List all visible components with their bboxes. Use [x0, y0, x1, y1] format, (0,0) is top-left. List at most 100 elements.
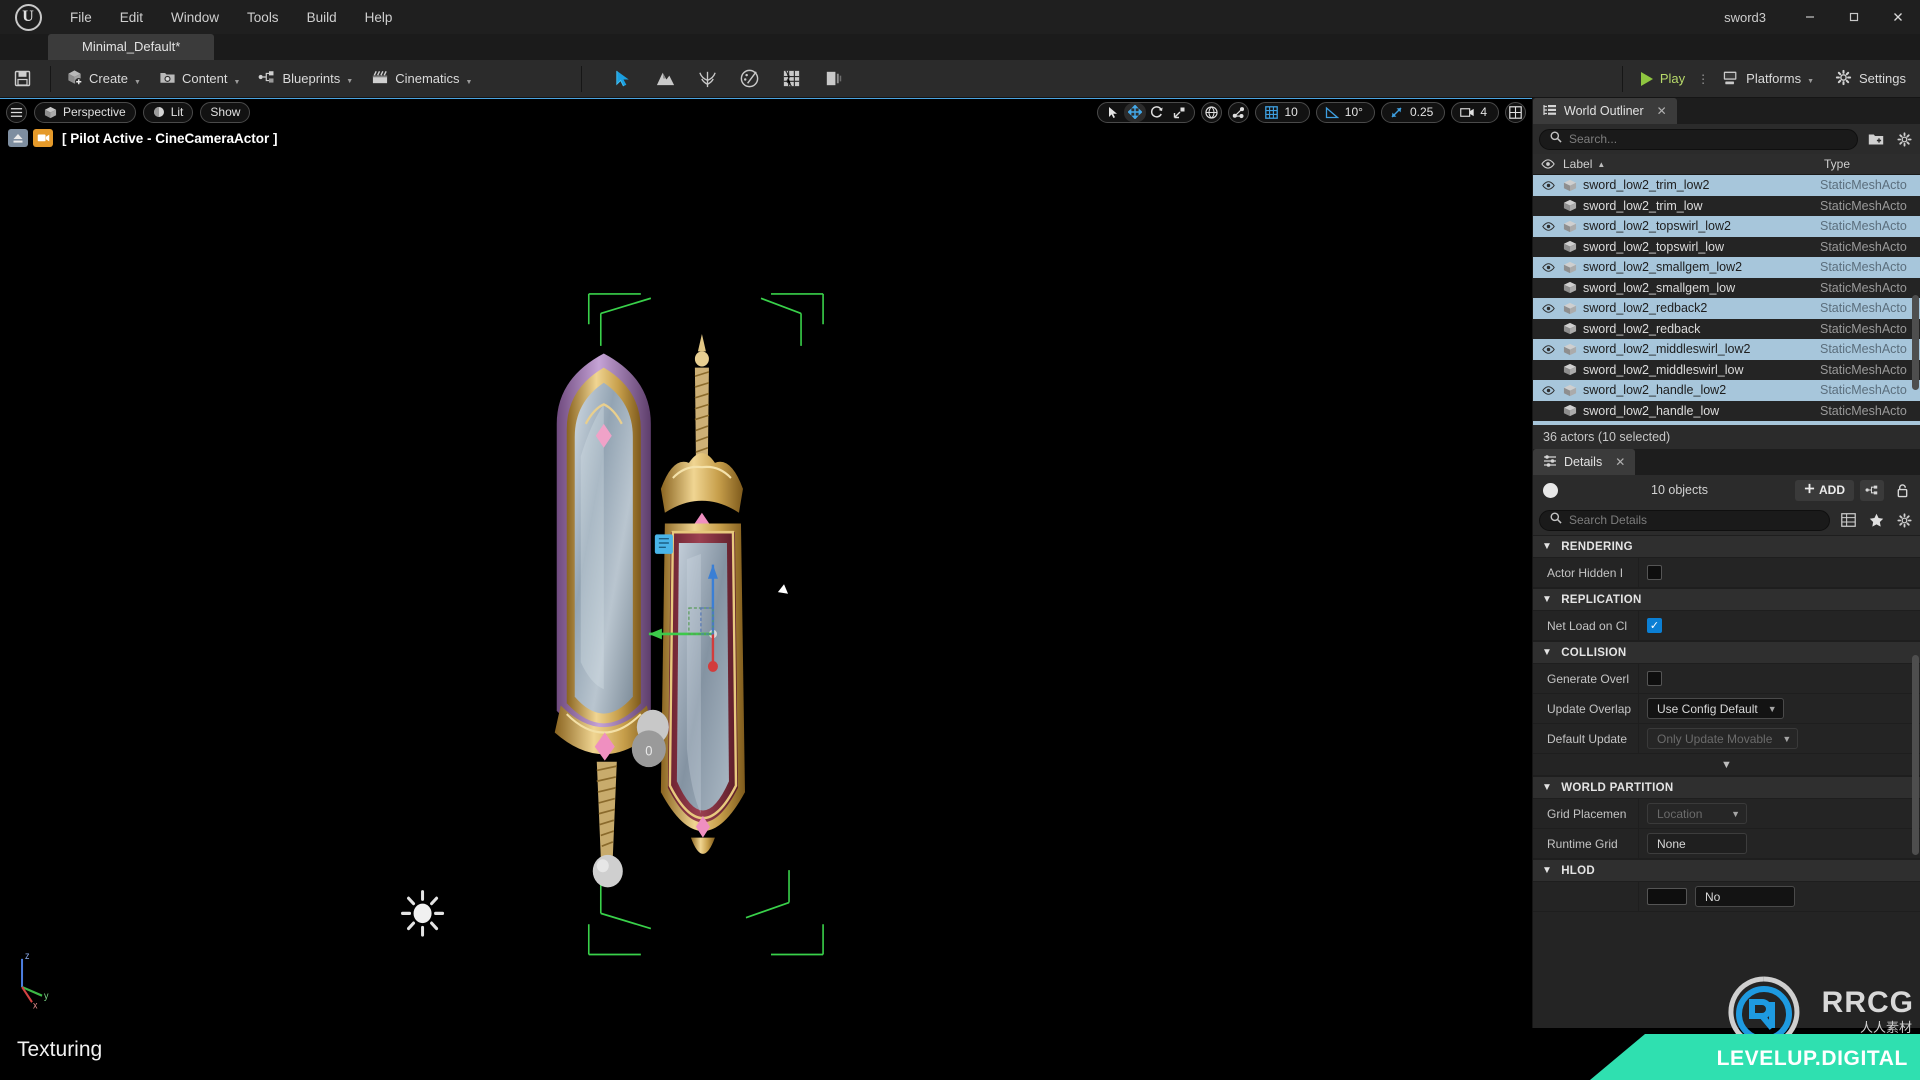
visibility-toggle[interactable] — [1533, 303, 1563, 313]
menu-item-window[interactable]: Window — [157, 6, 233, 29]
details-property-list[interactable]: ▼ RENDERING Actor Hidden I ▼ REPLICATION Net … — [1533, 535, 1920, 1052]
rotate-tool-icon[interactable] — [1146, 103, 1168, 122]
outliner-type-column[interactable]: Type — [1824, 157, 1920, 171]
cinematics-button[interactable]: Cinematics ▼ — [362, 65, 481, 93]
viewport-lit-button[interactable]: Lit — [142, 101, 194, 123]
level-tab[interactable]: Minimal_Default* — [48, 34, 215, 60]
visibility-toggle[interactable] — [1533, 262, 1563, 272]
new-folder-icon[interactable] — [1866, 129, 1886, 149]
angle-snap-control[interactable]: 10° — [1315, 101, 1375, 123]
world-coordinate-button[interactable] — [1201, 101, 1223, 123]
move-tool-icon[interactable] — [1124, 102, 1147, 122]
unreal-logo-icon[interactable]: U — [0, 0, 56, 34]
menu-item-help[interactable]: Help — [351, 6, 407, 29]
details-category-header[interactable]: ▼ REPLICATION — [1533, 588, 1920, 611]
table-row[interactable]: sword_low2_handle_low2 StaticMeshActo — [1533, 380, 1920, 401]
viewport-menu-button[interactable] — [6, 101, 27, 123]
checkbox-unchecked[interactable] — [1647, 671, 1662, 686]
minimize-button[interactable] — [1788, 0, 1832, 34]
table-row[interactable]: sword_low2_redback StaticMeshActo — [1533, 319, 1920, 340]
table-row[interactable]: sword_low2_topswirl_low2 StaticMeshActo — [1533, 216, 1920, 237]
select-mode-icon[interactable] — [610, 66, 636, 92]
scale-snap-icon[interactable] — [1386, 103, 1408, 122]
close-icon[interactable]: ✕ — [1657, 104, 1667, 118]
content-button[interactable]: Content ▼ — [150, 65, 249, 93]
details-category-header[interactable]: ▼ HLOD — [1533, 859, 1920, 882]
visibility-toggle[interactable] — [1533, 180, 1563, 190]
close-icon[interactable]: ✕ — [1615, 455, 1625, 469]
chevron-down-icon[interactable]: ▼ — [466, 79, 473, 86]
details-category-header[interactable]: ▼ RENDERING — [1533, 535, 1920, 558]
select-tool-icon[interactable] — [1102, 103, 1124, 122]
table-row[interactable]: sword_low2_smallgem_low StaticMeshActo — [1533, 278, 1920, 299]
fracture-mode-icon[interactable] — [778, 66, 804, 92]
chevron-down-icon[interactable]: ▼ — [1807, 78, 1814, 85]
details-settings-gear-icon[interactable] — [1894, 510, 1914, 530]
menu-item-tools[interactable]: Tools — [233, 6, 293, 29]
menu-item-edit[interactable]: Edit — [106, 6, 157, 29]
checkbox-unchecked[interactable] — [1647, 565, 1662, 580]
columns-icon[interactable] — [1838, 510, 1858, 530]
hlod-field[interactable] — [1647, 888, 1687, 905]
table-row[interactable]: sword_low2_middleswirl_low StaticMeshActo — [1533, 360, 1920, 381]
outliner-settings-gear-icon[interactable] — [1894, 129, 1914, 149]
play-button[interactable]: Play — [1633, 67, 1693, 90]
table-row[interactable]: sword_low2_smallgem_low2 StaticMeshActo — [1533, 257, 1920, 278]
camera-icon[interactable] — [1456, 103, 1478, 122]
mesh-paint-icon[interactable] — [736, 66, 762, 92]
details-category-header[interactable]: ▼ WORLD PARTITION — [1533, 776, 1920, 799]
table-row[interactable]: sword_low2_topswirl_low StaticMeshActo — [1533, 237, 1920, 258]
close-button[interactable] — [1876, 0, 1920, 34]
viewport-perspective-button[interactable]: Perspective — [34, 101, 136, 123]
outliner-row-list[interactable]: sword_low2_trim_low2 StaticMeshActo sword_… — [1533, 175, 1920, 425]
chevron-down-icon[interactable]: ▼ — [134, 79, 141, 86]
tab-world-outliner[interactable]: World Outliner ✕ — [1533, 98, 1677, 124]
chevron-down-icon[interactable]: ▼ — [234, 79, 241, 86]
table-row[interactable]: sword_low2_trim_low2 StaticMeshActo — [1533, 175, 1920, 196]
maximize-button[interactable] — [1832, 0, 1876, 34]
camera-pilot-icon[interactable] — [33, 129, 53, 147]
scale-snap-control[interactable]: 0.25 — [1380, 101, 1446, 123]
viewport-layout-icon[interactable] — [1505, 101, 1526, 123]
settings-button[interactable]: Settings — [1827, 65, 1920, 93]
save-icon[interactable] — [0, 70, 44, 87]
tab-details[interactable]: Details ✕ — [1533, 449, 1636, 475]
play-options-button[interactable]: ⋮ — [1697, 73, 1709, 85]
create-button[interactable]: Create ▼ — [57, 65, 150, 93]
chevron-down-icon[interactable]: ▼ — [346, 78, 353, 85]
blueprint-graph-icon[interactable] — [1860, 479, 1884, 501]
platforms-button[interactable]: Platforms ▼ — [1713, 66, 1823, 92]
level-viewport[interactable]: Perspective Lit Show 10 10° 0.25 4 [Pil… — [0, 98, 1532, 1052]
details-search-input[interactable]: Search Details — [1539, 509, 1830, 531]
visibility-toggle[interactable] — [1533, 385, 1563, 395]
hlod-dropdown[interactable]: No — [1695, 886, 1795, 907]
table-row[interactable]: sword_low2_glass_low2 StaticMeshActo — [1533, 421, 1920, 425]
dropdown[interactable]: Use Config Default ▼ — [1647, 698, 1784, 719]
scale-tool-icon[interactable] — [1168, 103, 1190, 122]
viewport-show-button[interactable]: Show — [200, 101, 251, 123]
outliner-scrollbar[interactable] — [1912, 295, 1919, 390]
visibility-toggle[interactable] — [1533, 221, 1563, 231]
menu-item-file[interactable]: File — [56, 6, 106, 29]
details-category-header[interactable]: ▼ COLLISION — [1533, 641, 1920, 664]
menu-item-build[interactable]: Build — [293, 6, 351, 29]
outliner-label-column[interactable]: Label ▲ — [1563, 157, 1824, 171]
star-icon[interactable] — [1866, 510, 1886, 530]
outliner-search-input[interactable]: Search... — [1539, 128, 1858, 150]
surface-snap-icon[interactable] — [1228, 101, 1250, 123]
text-field[interactable]: None — [1647, 833, 1747, 854]
expand-more-button[interactable]: ▼ — [1533, 754, 1920, 776]
add-component-button[interactable]: ADD — [1795, 479, 1854, 501]
brush-edit-icon[interactable] — [820, 66, 846, 92]
grid-snap-control[interactable]: 10 — [1255, 101, 1310, 123]
visibility-toggle[interactable] — [1533, 344, 1563, 354]
camera-speed-control[interactable]: 4 — [1451, 101, 1499, 123]
table-row[interactable]: sword_low2_trim_low StaticMeshActo — [1533, 196, 1920, 217]
table-row[interactable]: sword_low2_middleswirl_low2 StaticMeshAct… — [1533, 339, 1920, 360]
blueprints-button[interactable]: Blueprints ▼ — [249, 65, 362, 92]
details-scrollbar[interactable] — [1912, 655, 1919, 855]
lock-icon[interactable] — [1890, 480, 1914, 501]
table-row[interactable]: sword_low2_handle_low StaticMeshActo — [1533, 401, 1920, 422]
foliage-mode-icon[interactable] — [694, 66, 720, 92]
table-row[interactable]: sword_low2_redback2 StaticMeshActo — [1533, 298, 1920, 319]
